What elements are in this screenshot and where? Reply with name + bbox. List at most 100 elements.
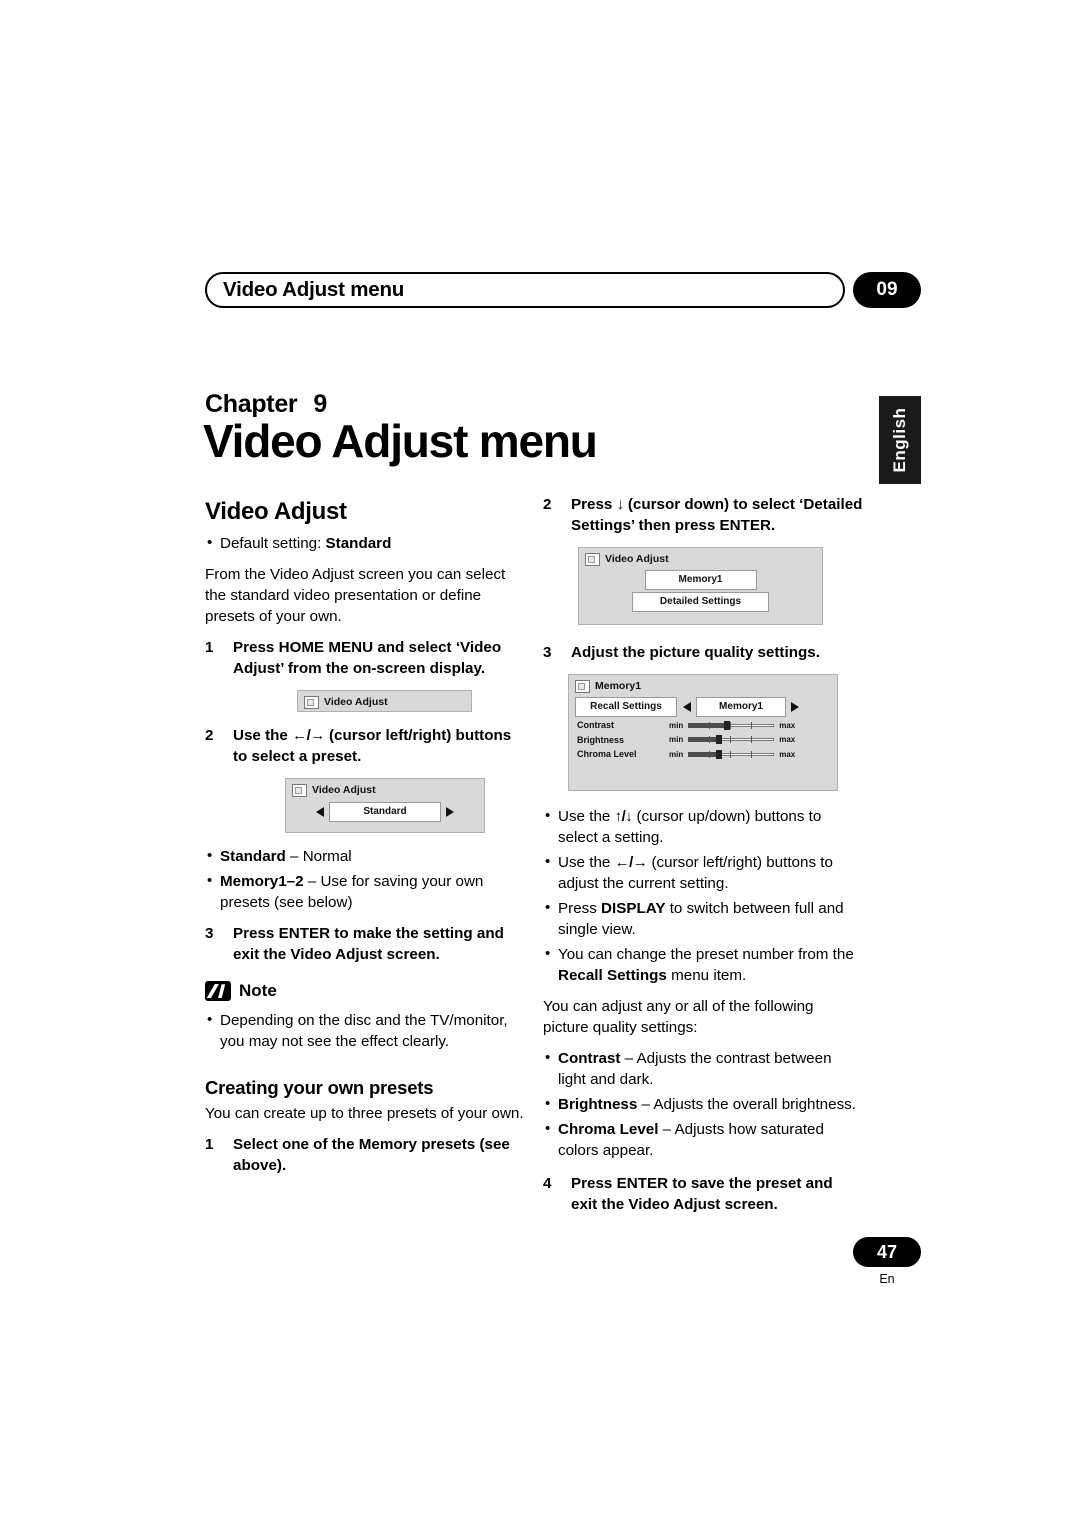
setting-name: Brightness	[558, 1096, 638, 1114]
right-step-2-text-a: Press	[571, 496, 617, 513]
slider-fill	[688, 751, 717, 757]
osd-title: Video Adjust	[312, 784, 376, 797]
subsection-title-creating-presets: Creating your own presets	[205, 1076, 434, 1098]
setting-desc-contrast: Contrast – Adjusts the contrast between …	[543, 1048, 863, 1091]
slider-knob[interactable]	[724, 720, 731, 730]
left-step-2: 2 Use the ←/→ (cursor left/right) button…	[205, 726, 525, 768]
osd-title: Video Adjust	[605, 552, 669, 565]
slider-knob[interactable]	[716, 749, 723, 759]
preset-option-standard-name: Standard	[220, 847, 286, 865]
osd-title: Memory1	[595, 679, 642, 692]
osd-setting-max: max	[779, 749, 796, 759]
preset-options-list: Standard – Normal Memory1–2 – Use for sa…	[205, 846, 525, 914]
osd-setting-row-contrast: Contrast min max	[569, 719, 837, 731]
slider-tick	[730, 750, 732, 758]
right-column: 2 Press ↓ (cursor down) to select ‘Detai…	[543, 495, 863, 1226]
bullet-bold: DISPLAY	[601, 900, 666, 918]
default-setting-item: Default setting: Standard	[205, 533, 525, 555]
cursor-up-down-arrows-icon: ↑/↓	[614, 808, 633, 826]
intro-paragraph: From the Video Adjust screen you can sel…	[205, 566, 506, 626]
bullet-text-a: You can change the preset number from th…	[558, 946, 854, 964]
osd-setting-slider[interactable]	[688, 749, 775, 759]
slider-tick	[751, 750, 753, 758]
disc-icon	[585, 552, 600, 566]
right-step-2: 2 Press ↓ (cursor down) to select ‘Detai…	[543, 495, 863, 537]
bullet-text-a: Press	[558, 900, 602, 918]
osd-setting-label: Chroma Level	[577, 749, 637, 760]
osd-titlebar: Video Adjust	[286, 779, 484, 799]
slider-tick	[751, 721, 753, 729]
setting-desc-brightness: Brightness – Adjusts the overall brightn…	[543, 1094, 863, 1116]
right-step-3-number: 3	[543, 644, 552, 662]
osd-titlebar: Video Adjust	[579, 548, 822, 568]
osd-setting-min: min	[669, 749, 684, 759]
slider-knob[interactable]	[716, 735, 723, 745]
osd-titlebar: Memory1	[569, 675, 837, 695]
note-list: Depending on the disc and the TV/monitor…	[205, 1010, 525, 1053]
osd-memory-value: Memory1	[644, 570, 757, 591]
right-step-4: 4 Press ENTER to save the preset and exi…	[543, 1174, 863, 1216]
disc-icon	[292, 784, 307, 798]
osd-setting-label: Brightness	[577, 734, 625, 745]
left-step-1-number: 1	[205, 638, 214, 656]
left-step-2-text-a: Use the	[233, 727, 293, 745]
right-bullet-list: Use the ↑/↓ (cursor up/down) buttons to …	[543, 806, 863, 987]
bullet-text-a: Use the	[558, 854, 615, 872]
slider-fill	[688, 722, 725, 728]
osd-setting-slider[interactable]	[688, 735, 775, 745]
osd-setting-max: max	[779, 735, 796, 745]
cursor-left-right-arrows-icon: ←/→	[614, 854, 648, 872]
arrow-right-icon	[791, 702, 799, 713]
bullet-cursor-leftright: Use the ←/→ (cursor left/right) buttons …	[543, 852, 863, 895]
left-step-3: 3 Press ENTER to make the setting and ex…	[205, 924, 525, 966]
setting-desc: – Adjusts the overall brightness.	[637, 1096, 856, 1114]
note-header: Note	[205, 979, 525, 1002]
bullet-display-button: Press DISPLAY to switch between full and…	[543, 898, 863, 941]
osd-memory-row: Memory1	[579, 570, 822, 591]
osd-recall-label: Recall Settings	[575, 697, 677, 718]
bullet-recall-settings: You can change the preset number from th…	[543, 944, 863, 987]
osd-preset-row: Standard	[286, 801, 484, 822]
osd-titlebar: Video Adjust	[298, 691, 471, 711]
osd-setting-min: min	[669, 720, 684, 730]
header-chapter-number: 09	[853, 272, 921, 308]
preset-option-memory-name: Memory1–2	[220, 872, 304, 890]
left-column: Video Adjust Default setting: Standard F…	[205, 495, 525, 1187]
language-side-tab-label: English	[890, 407, 909, 473]
pencil-icon	[205, 981, 231, 1002]
left-step-4-number: 1	[205, 1136, 214, 1154]
right-step-4-text: Press ENTER to save the preset and exit …	[571, 1175, 833, 1213]
osd-video-adjust-preset: Video Adjust Standard	[285, 778, 489, 837]
osd-setting-slider[interactable]	[688, 720, 775, 730]
header-title: Video Adjust menu	[223, 278, 405, 301]
right-step-4-number: 4	[543, 1175, 552, 1193]
bullet-text-a: Use the	[558, 808, 615, 826]
left-step-1: 1 Press HOME MENU and select ‘Video Adju…	[205, 638, 525, 680]
osd-video-adjust-simple: Video Adjust	[297, 689, 476, 717]
disc-icon	[575, 679, 590, 693]
page-number-badge: 47	[853, 1237, 921, 1267]
osd-setting-row-brightness: Brightness min max	[569, 734, 837, 746]
page-language-code: En	[879, 1272, 895, 1286]
cursor-left-right-arrows-icon: ←/→	[292, 727, 325, 745]
language-side-tab: English	[879, 396, 921, 484]
osd-detailed-settings: Video Adjust Memory1 Detailed Settings	[578, 546, 827, 630]
arrow-left-icon	[683, 702, 691, 713]
right-step-3: 3 Adjust the picture quality settings.	[543, 643, 863, 664]
osd-detailed-row: Detailed Settings	[579, 592, 822, 613]
slider-tick	[730, 721, 732, 729]
chapter-title: Video Adjust menu	[203, 415, 598, 467]
section-title-video-adjust: Video Adjust	[205, 498, 347, 525]
default-setting-list: Default setting: Standard	[205, 533, 525, 555]
note-item: Depending on the disc and the TV/monitor…	[205, 1010, 525, 1053]
default-setting-value: Standard	[325, 535, 392, 553]
disc-icon	[304, 695, 319, 709]
left-step-2-number: 2	[205, 727, 214, 745]
osd-setting-min: min	[669, 735, 684, 745]
osd-setting-row-chroma: Chroma Level min max	[569, 748, 837, 760]
bullet-cursor-updown: Use the ↑/↓ (cursor up/down) buttons to …	[543, 806, 863, 849]
osd-title: Video Adjust	[324, 695, 388, 708]
preset-option-standard: Standard – Normal	[205, 846, 525, 868]
osd-recall-row: Recall Settings Memory1	[569, 697, 837, 718]
preset-option-standard-desc: – Normal	[285, 847, 352, 865]
